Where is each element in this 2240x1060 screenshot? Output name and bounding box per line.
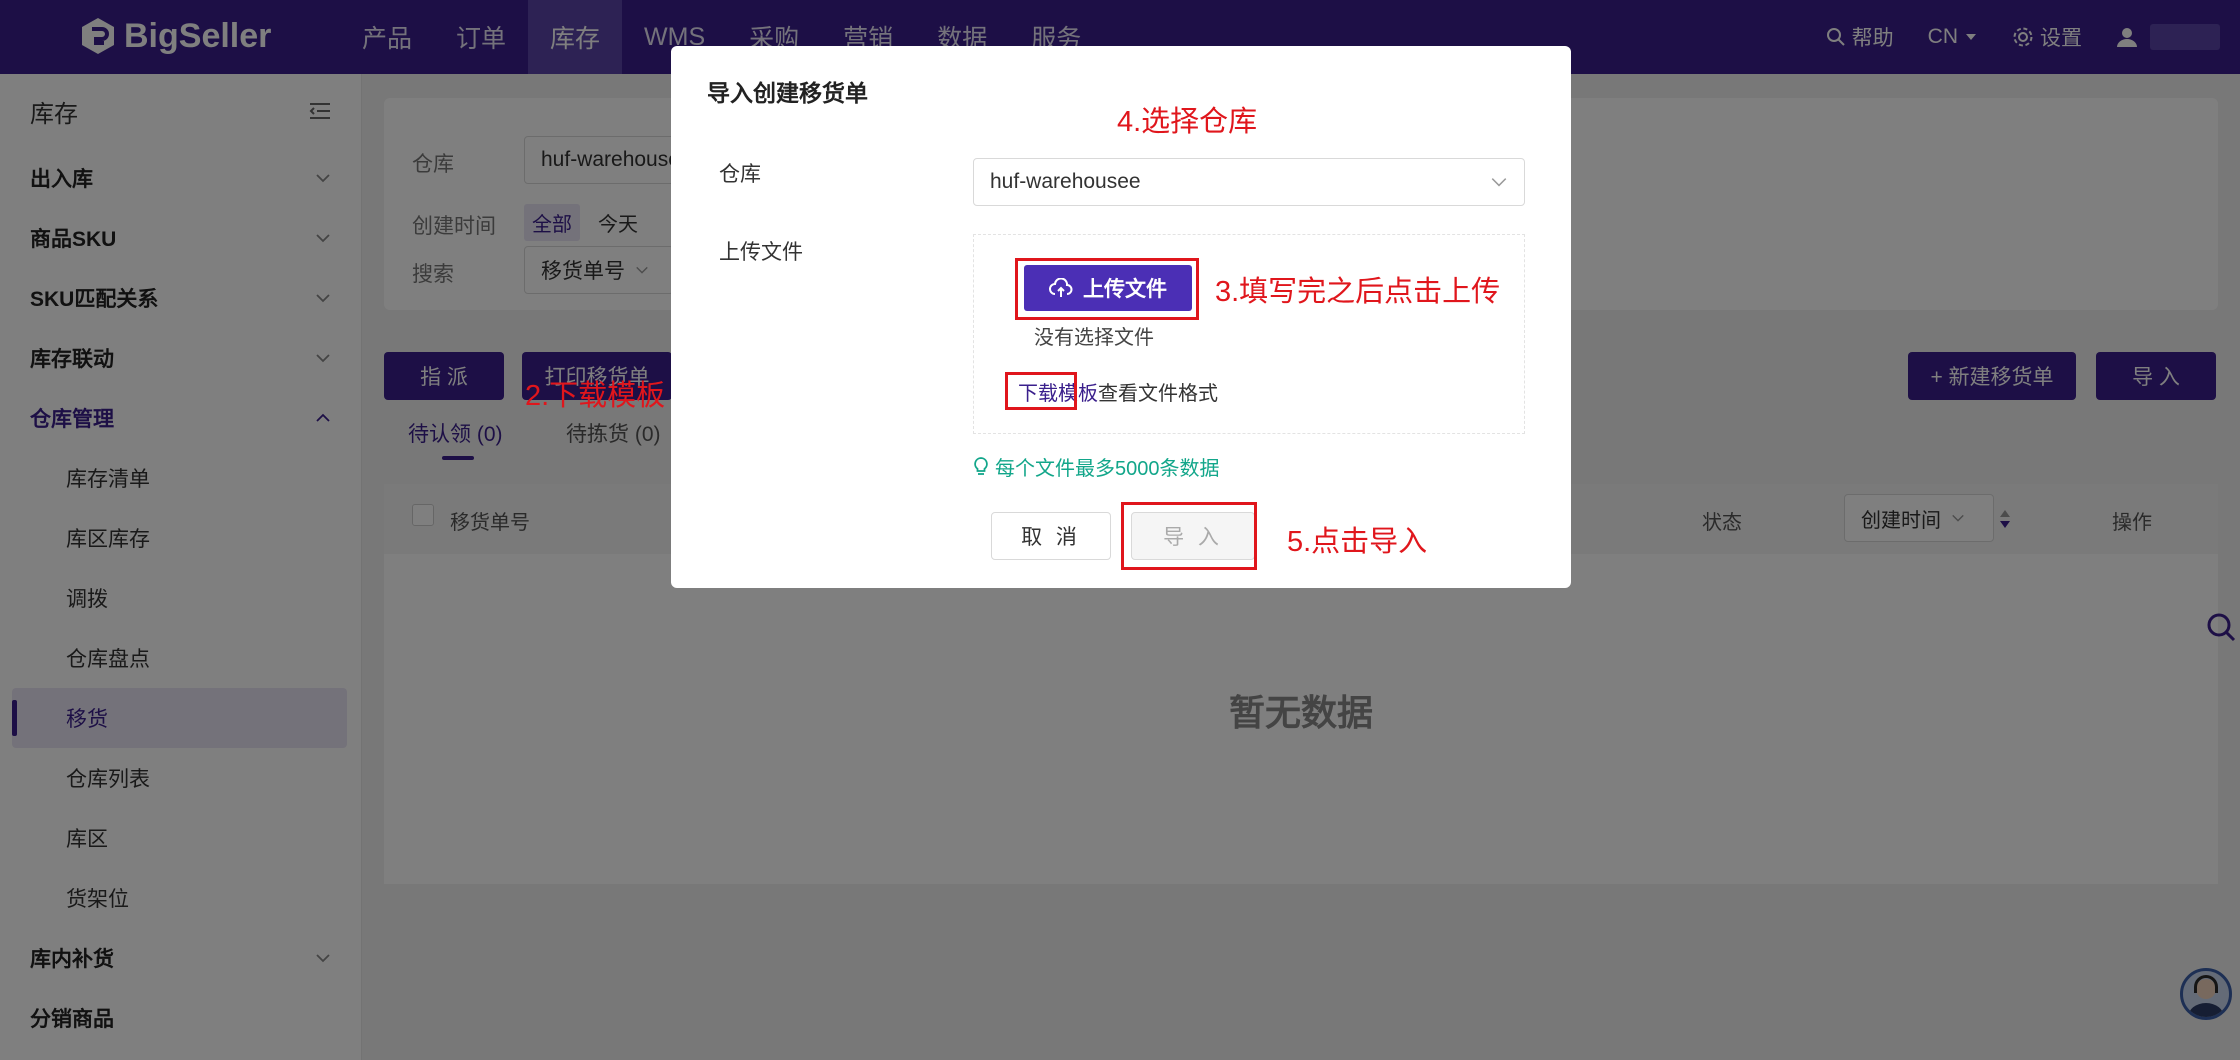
cancel-button[interactable]: 取 消 [991, 512, 1111, 560]
chevron-down-icon [1491, 178, 1507, 187]
annotation-box-download [1005, 372, 1077, 410]
annotation-box-import [1121, 502, 1257, 570]
modal-warehouse-label: 仓库 [719, 163, 761, 186]
annotation-step3: 3.填写完之后点击上传 [1215, 276, 1501, 308]
file-limit-text: 每个文件最多5000条数据 [995, 458, 1220, 480]
lightbulb-icon [974, 456, 988, 475]
annotation-step2: 2.下载模板 [525, 380, 666, 412]
modal-warehouse-value: huf-warehousee [990, 170, 1141, 193]
no-file-text: 没有选择文件 [1034, 327, 1154, 349]
modal-warehouse-select[interactable]: huf-warehousee [973, 158, 1525, 206]
modal-upload-label: 上传文件 [719, 241, 803, 264]
file-limit-hint: 每个文件最多5000条数据 [973, 452, 1220, 481]
annotation-step4: 4.选择仓库 [1117, 106, 1258, 138]
view-file-format-link[interactable]: 查看文件格式 [1098, 377, 1218, 406]
modal-title: 导入创建移货单 [707, 80, 868, 106]
annotation-step5: 5.点击导入 [1287, 526, 1428, 558]
import-modal: 导入创建移货单 仓库 huf-warehousee 上传文件 上传文件 没有选择… [525, 46, 1571, 588]
annotation-box-upload [1015, 258, 1199, 320]
